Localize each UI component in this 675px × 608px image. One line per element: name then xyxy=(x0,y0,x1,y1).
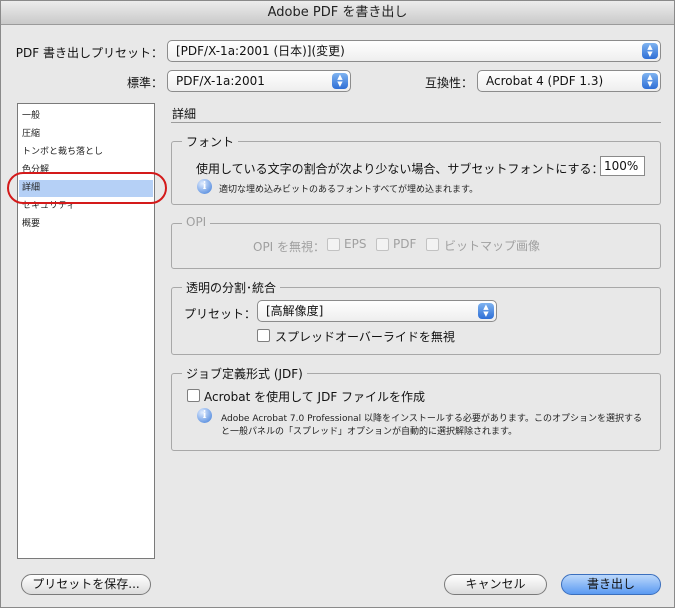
updown-arrows-icon: ▲ ▼ xyxy=(332,73,348,89)
sidebar-item-compression[interactable]: 圧縮 xyxy=(19,126,153,143)
flattener-preset-value: [高解像度] xyxy=(266,304,324,318)
subset-label: 使用している文字の割合が次より少ない場合、サブセットフォントにする： xyxy=(196,162,604,176)
opi-group-title: OPI xyxy=(182,215,211,229)
opi-ignore-label: OPI を無視： xyxy=(253,240,326,254)
bitmap-label: ビットマップ画像 xyxy=(444,239,541,253)
ignore-spread-override-label: スプレッドオーバーライドを無視 xyxy=(275,330,455,344)
bitmap-checkbox[interactable] xyxy=(426,238,439,251)
save-preset-button[interactable]: プリセットを保存... xyxy=(21,574,151,595)
eps-checkbox[interactable] xyxy=(327,238,340,251)
pdf-label: PDF xyxy=(393,237,417,251)
sidebar-item-general[interactable]: 一般 xyxy=(19,108,153,125)
subset-threshold-field[interactable]: 100% xyxy=(600,156,645,176)
jdf-info-line2: と一般パネルの「スプレッド」オプションが自動的に選択解除されます。 xyxy=(221,427,518,437)
jdf-info-line1: Adobe Acrobat 7.0 Professional 以降をインストール… xyxy=(221,414,642,424)
sidebar-item-summary[interactable]: 概要 xyxy=(19,216,153,233)
standard-label: 標準： xyxy=(126,76,163,90)
create-jdf-checkbox[interactable] xyxy=(187,389,200,402)
font-info-text: 適切な埋め込みビットのあるフォントすべてが埋め込まれます。 xyxy=(219,185,479,195)
window-title: Adobe PDF を書き出し xyxy=(1,1,674,25)
standard-popup[interactable]: PDF/X-1a:2001 ▲ ▼ xyxy=(167,70,351,92)
pdf-checkbox[interactable] xyxy=(376,238,389,251)
compat-label: 互換性： xyxy=(424,76,473,90)
export-button[interactable]: 書き出し xyxy=(561,574,661,595)
preset-popup[interactable]: [PDF/X-1a:2001 (日本)](変更) ▲ ▼ xyxy=(167,40,661,62)
jdf-group-title: ジョブ定義形式 (JDF) xyxy=(182,365,307,382)
ignore-spread-override-checkbox[interactable] xyxy=(257,329,270,342)
preset-value: [PDF/X-1a:2001 (日本)](変更) xyxy=(176,44,345,58)
updown-arrows-icon: ▲ ▼ xyxy=(642,43,658,59)
info-icon: i xyxy=(197,179,212,194)
compat-value: Acrobat 4 (PDF 1.3) xyxy=(486,74,604,88)
eps-label: EPS xyxy=(344,237,367,251)
compat-popup[interactable]: Acrobat 4 (PDF 1.3) ▲ ▼ xyxy=(477,70,661,92)
page-title: 詳細 xyxy=(172,107,197,121)
updown-arrows-icon: ▲ ▼ xyxy=(478,303,494,319)
updown-arrows-icon: ▲ ▼ xyxy=(642,73,658,89)
font-group-title: フォント xyxy=(182,133,239,150)
flattener-preset-popup[interactable]: [高解像度] ▲ ▼ xyxy=(257,300,497,322)
standard-value: PDF/X-1a:2001 xyxy=(176,74,265,88)
flattener-group-title: 透明の分割･統合 xyxy=(182,279,281,296)
create-jdf-label: Acrobat を使用して JDF ファイルを作成 xyxy=(204,390,426,404)
preset-label: PDF 書き出しプリセット： xyxy=(15,46,163,60)
info-icon: i xyxy=(197,408,212,423)
heading-divider xyxy=(171,122,661,123)
cancel-button[interactable]: キャンセル xyxy=(444,574,547,595)
export-pdf-dialog: Adobe PDF を書き出し PDF 書き出しプリセット： [PDF/X-1a… xyxy=(0,0,675,608)
flattener-preset-label: プリセット： xyxy=(184,307,257,321)
sidebar-item-marks-bleeds[interactable]: トンボと裁ち落とし xyxy=(19,144,153,161)
annotation-highlight-ring xyxy=(7,172,167,204)
